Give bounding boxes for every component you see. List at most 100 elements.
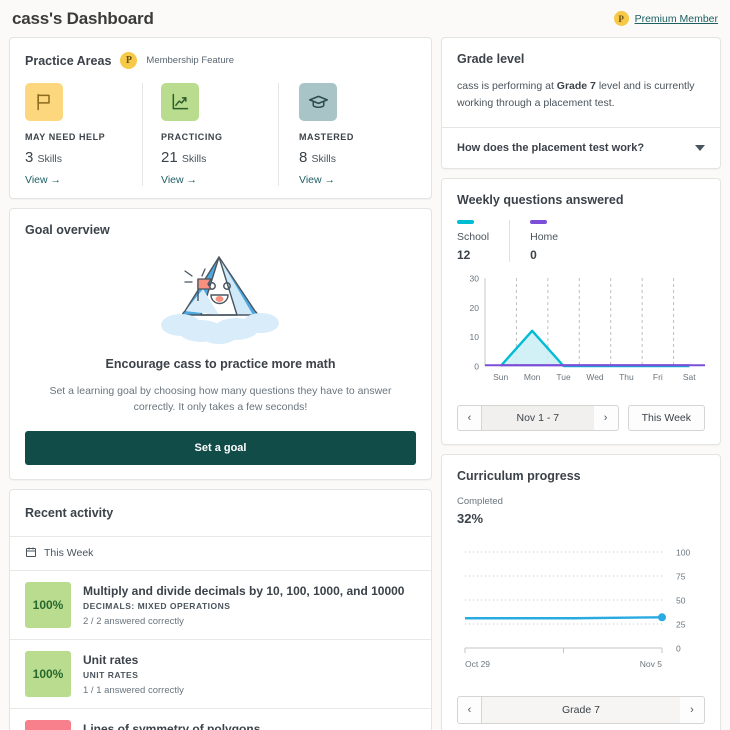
this-week-button[interactable]: This Week [628, 405, 705, 431]
arrow-right-icon: → [187, 174, 198, 186]
next-grade-button[interactable]: › [680, 696, 705, 724]
curriculum-grade-selector: ‹ Grade 7 › [457, 696, 705, 724]
practice-area-category: MAY NEED HELP [25, 132, 132, 142]
premium-member-link[interactable]: Premium Member [635, 13, 718, 25]
membership-feature-label: Membership Feature [146, 55, 234, 66]
svg-text:0: 0 [474, 361, 479, 371]
goal-overview-heading: Encourage cass to practice more math [25, 357, 416, 371]
week-range-selector: ‹ Nov 1 - 7 › [457, 405, 619, 431]
activity-skill-name: Unit rates [83, 653, 184, 667]
svg-text:20: 20 [470, 302, 480, 312]
practice-area-count-unit: Skills [312, 153, 337, 165]
table-row[interactable]: 0% Lines of symmetry of polygons 2D SHAP… [10, 709, 431, 730]
grade-level-card: Grade level cass is performing at Grade … [441, 37, 721, 169]
set-a-goal-button[interactable]: Set a goal [25, 431, 416, 465]
legend-item-school: School 12 [457, 220, 509, 262]
previous-week-button[interactable]: ‹ [457, 405, 482, 431]
weekly-questions-card: Weekly questions answered School 12 Home… [441, 178, 721, 445]
practice-area-category: MASTERED [299, 132, 406, 142]
grade-level-text: cass is performing at Grade 7 level and … [457, 78, 705, 112]
legend-value: 12 [457, 248, 489, 262]
svg-text:30: 30 [470, 273, 480, 283]
recent-activity-period-label: This Week [44, 547, 93, 559]
mountain-mascot-illustration [25, 249, 416, 349]
svg-text:Wed: Wed [586, 372, 604, 382]
grade-level-title: Grade level [457, 52, 705, 66]
svg-text:Sat: Sat [683, 372, 696, 382]
calendar-icon [25, 546, 37, 561]
grade-level-value: Grade 7 [557, 80, 596, 92]
dashboard-page: cass's Dashboard P Premium Member Practi… [0, 0, 730, 730]
recent-activity-card: Recent activity This Week 100% Multiply … [9, 489, 432, 730]
practice-area-count: 3 Skills [25, 149, 132, 166]
svg-text:Fri: Fri [653, 372, 663, 382]
practice-area-mastered: MASTERED 8 Skills View → [278, 83, 416, 186]
svg-text:0: 0 [676, 643, 681, 653]
practice-area-view-link[interactable]: View → [25, 174, 132, 186]
practice-area-count-value: 8 [299, 149, 307, 166]
weekly-chart: 0 10 20 30 Sun Mon Tue Wed Thu Fri Sat [457, 272, 705, 394]
premium-member-badge[interactable]: P Premium Member [614, 11, 718, 26]
activity-info: Lines of symmetry of polygons 2D SHAPES … [83, 720, 260, 730]
goal-overview-description: Set a learning goal by choosing how many… [25, 383, 416, 416]
chevron-down-icon [695, 145, 705, 151]
week-range-label[interactable]: Nov 1 - 7 [482, 405, 594, 431]
activity-info: Multiply and divide decimals by 10, 100,… [83, 582, 404, 627]
table-row[interactable]: 100% Multiply and divide decimals by 10,… [10, 571, 431, 640]
legend-color-swatch [530, 220, 547, 224]
svg-text:50: 50 [676, 595, 686, 605]
weekly-nav: ‹ Nov 1 - 7 › This Week [457, 405, 705, 431]
premium-icon: P [614, 11, 629, 26]
activity-category: DECIMALS: MIXED OPERATIONS [83, 601, 404, 611]
status-badge: 100% [25, 651, 71, 697]
previous-grade-button[interactable]: ‹ [457, 696, 482, 724]
practice-areas-title: Practice Areas [25, 54, 111, 68]
view-label: View [161, 174, 184, 186]
practice-area-count-value: 3 [25, 149, 33, 166]
practice-areas-card: Practice Areas P Membership Feature MAY … [9, 37, 432, 199]
placement-test-question: How does the placement test work? [457, 142, 644, 154]
practice-area-count-value: 21 [161, 149, 178, 166]
legend-color-swatch [457, 220, 474, 224]
svg-text:Sun: Sun [493, 372, 508, 382]
practice-areas-grid: MAY NEED HELP 3 Skills View → [25, 83, 416, 186]
practice-area-view-link[interactable]: View → [299, 174, 406, 186]
curriculum-progress-card: Curriculum progress Completed 32% 025507… [441, 454, 721, 730]
table-row[interactable]: 100% Unit rates UNIT RATES 1 / 1 answere… [10, 640, 431, 709]
svg-text:Tue: Tue [556, 372, 571, 382]
practice-area-category: PRACTICING [161, 132, 268, 142]
view-label: View [25, 174, 48, 186]
activity-category: UNIT RATES [83, 670, 184, 680]
arrow-right-icon: → [325, 174, 336, 186]
svg-text:Mon: Mon [524, 372, 541, 382]
practice-area-may-need-help: MAY NEED HELP 3 Skills View → [25, 83, 142, 186]
goal-overview-card: Goal overview [9, 208, 432, 480]
page-title: cass's Dashboard [12, 9, 154, 29]
next-week-button[interactable]: › [594, 405, 619, 431]
recent-activity-header: Recent activity [10, 490, 431, 537]
svg-text:10: 10 [470, 332, 480, 342]
practice-area-count-unit: Skills [38, 153, 63, 165]
curriculum-grade-label[interactable]: Grade 7 [482, 696, 680, 724]
weekly-questions-title: Weekly questions answered [457, 193, 705, 207]
placement-test-accordion[interactable]: How does the placement test work? [442, 128, 720, 168]
activity-info: Unit rates UNIT RATES 1 / 1 answered cor… [83, 651, 184, 696]
practice-area-count-unit: Skills [182, 153, 207, 165]
legend-value: 0 [530, 248, 558, 262]
practice-area-practicing: PRACTICING 21 Skills View → [142, 83, 278, 186]
legend-label: Home [530, 231, 558, 243]
recent-activity-period: This Week [10, 537, 431, 571]
legend-item-home: Home 0 [509, 220, 578, 262]
practice-area-view-link[interactable]: View → [161, 174, 268, 186]
activity-skill-name: Lines of symmetry of polygons [83, 722, 260, 730]
svg-text:Thu: Thu [619, 372, 634, 382]
weekly-legend: School 12 Home 0 [457, 220, 705, 262]
svg-text:Nov 5: Nov 5 [640, 659, 662, 669]
arrow-right-icon: → [51, 174, 62, 186]
svg-text:75: 75 [676, 571, 686, 581]
activity-skill-name: Multiply and divide decimals by 10, 100,… [83, 584, 404, 598]
curriculum-progress-title: Curriculum progress [457, 469, 705, 483]
dashboard-columns: Practice Areas P Membership Feature MAY … [0, 37, 730, 730]
page-header: cass's Dashboard P Premium Member [0, 0, 730, 37]
completed-value: 32% [457, 511, 705, 526]
